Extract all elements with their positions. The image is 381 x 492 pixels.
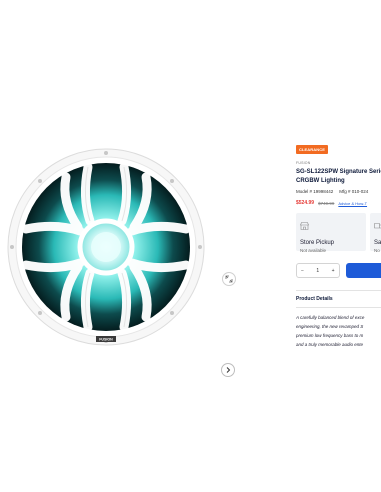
model-number: Model # 19998442	[296, 189, 334, 194]
add-to-cart-button[interactable]	[345, 263, 381, 278]
store-pickup-title: Store Pickup	[300, 240, 335, 246]
quantity-stepper[interactable]: − 1 +	[296, 263, 340, 278]
decrease-quantity-button[interactable]: −	[301, 268, 304, 274]
product-details-heading[interactable]: Product Details	[296, 296, 381, 302]
description-line: and a truly memorable audio ente	[296, 342, 364, 347]
description-line: premium low frequency bass to m	[296, 333, 364, 338]
product-title: SG-SL122SPW Signature Serie CRGBW Lighti…	[296, 168, 381, 186]
price-row: $524.99 $749.99 Advice & How-T	[296, 200, 381, 206]
description-line: engineering, the new revamped S	[296, 324, 364, 329]
shipping-option[interactable]: Sa No	[370, 213, 381, 253]
clearance-badge: CLEARANCE	[296, 145, 329, 154]
store-pickup-option[interactable]: Store Pickup Not available	[296, 213, 366, 253]
cart-row: − 1 +	[296, 263, 381, 278]
advice-link[interactable]: Advice & How-T	[338, 201, 367, 206]
product-image: FUSION	[7, 148, 205, 346]
speaker-brand-plate: FUSION	[99, 338, 113, 342]
store-pickup-status: Not available	[300, 248, 327, 253]
product-description: A carefully balanced blend of exce engin…	[296, 313, 381, 349]
next-image-button[interactable]	[221, 363, 235, 377]
model-row: Model # 19998442 Mfg # 010-024	[296, 189, 381, 194]
product-title-line1: SG-SL122SPW Signature Serie	[296, 169, 381, 175]
shipping-title: Sa	[374, 240, 381, 246]
divider	[296, 290, 381, 291]
expand-icon	[225, 275, 233, 283]
product-title-line2: CRGBW Lighting	[296, 178, 345, 184]
sale-price: $524.99	[296, 200, 315, 206]
increase-quantity-button[interactable]: +	[332, 268, 335, 274]
chevron-right-icon	[226, 367, 231, 373]
brand-name[interactable]: FUSION	[296, 161, 381, 165]
divider	[296, 307, 381, 308]
zoom-button[interactable]	[222, 272, 236, 286]
description-line: A carefully balanced blend of exce	[296, 315, 365, 320]
product-info: CLEARANCE FUSION SG-SL122SPW Signature S…	[296, 138, 381, 349]
product-gallery: FUSION	[0, 130, 250, 377]
original-price: $749.99	[318, 200, 335, 206]
store-icon	[300, 222, 309, 230]
fulfillment-options: Store Pickup Not available Sa No	[296, 213, 381, 253]
product-page: FUSION CLEARANCE FUSION SG-SL122SPW Sign…	[0, 0, 381, 492]
shipping-status: No	[374, 248, 380, 253]
mfg-number: Mfg # 010-024	[339, 189, 369, 194]
shipping-icon	[374, 223, 381, 229]
quantity-value[interactable]: 1	[316, 268, 319, 274]
